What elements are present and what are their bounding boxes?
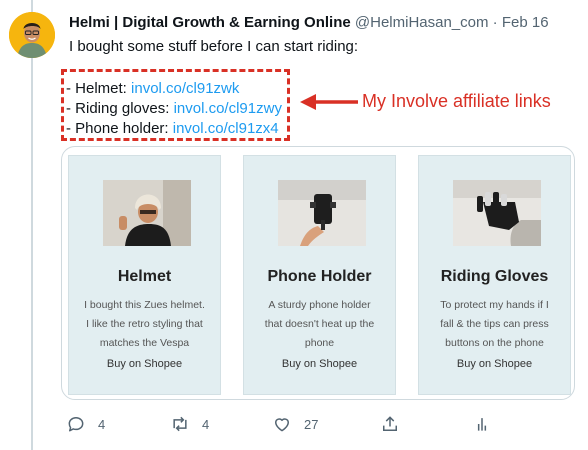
tweet-text: I bought some stuff before I can start r… [69, 38, 359, 55]
avatar-image [9, 12, 55, 58]
card-title: Helmet [117, 268, 172, 285]
card-title: Riding Gloves [440, 268, 549, 285]
author-handle[interactable]: @HelmiHasan_com [355, 14, 489, 31]
reply-button[interactable]: 4 [66, 412, 105, 436]
desc-line: matches the Vespa [99, 337, 190, 349]
card-description: I bought this Zues helmet. I like the re… [77, 296, 212, 353]
desc-line: phone [304, 337, 335, 349]
card-description: A sturdy phone holder that doesn't heat … [252, 296, 387, 353]
tweet-action-bar: 4 4 27 [66, 412, 586, 436]
desc-line: I bought this Zues helmet. [84, 299, 205, 311]
highlight-dashed-box [61, 69, 290, 141]
buy-on-shopee-button[interactable]: Buy on Shopee [419, 358, 570, 370]
helmet-photo [103, 180, 191, 246]
share-button[interactable] [380, 412, 400, 436]
tweet-date[interactable]: Feb 16 [502, 14, 549, 31]
desc-line: I like the retro styling that [86, 318, 203, 330]
gloves-photo [453, 180, 541, 246]
product-card-helmet[interactable]: Helmet I bought this Zues helmet. I like… [68, 155, 221, 395]
reply-icon [68, 417, 84, 432]
card-title: Phone Holder [267, 268, 372, 285]
desc-line: A sturdy phone holder [268, 299, 371, 311]
arrow-left-icon [300, 94, 358, 110]
separator-dot: · [492, 14, 498, 31]
buy-on-shopee-button[interactable]: Buy on Shopee [69, 358, 220, 370]
product-card-phone-holder[interactable]: Phone Holder A sturdy phone holder that … [243, 155, 396, 395]
author-name[interactable]: Helmi | Digital Growth & Earning Online [69, 14, 351, 31]
like-button[interactable]: 27 [272, 412, 318, 436]
analytics-button[interactable] [472, 412, 492, 436]
buy-on-shopee-button[interactable]: Buy on Shopee [244, 358, 395, 370]
like-count: 27 [304, 416, 319, 432]
product-card-gloves[interactable]: Riding Gloves To protect my hands if I f… [418, 155, 571, 395]
desc-line: buttons on the phone [445, 337, 544, 349]
retweet-button[interactable]: 4 [170, 412, 209, 436]
card-description: To protect my hands if I fall & the tips… [427, 296, 562, 353]
analytics-icon [477, 418, 487, 431]
retweet-count: 4 [202, 416, 210, 432]
desc-line: that doesn't heat up the [264, 318, 375, 330]
tweet-header: Helmi | Digital Growth & Earning Online … [69, 14, 584, 32]
retweet-icon [173, 416, 187, 432]
avatar[interactable] [9, 12, 55, 58]
desc-line: To protect my hands if I [440, 299, 549, 311]
thread-line [31, 0, 33, 450]
phone-holder-photo [278, 180, 366, 246]
annotation-label: My Involve affiliate links [362, 91, 551, 111]
product-embed[interactable]: Helmet I bought this Zues helmet. I like… [61, 146, 575, 400]
desc-line: fall & the tips can press [440, 318, 549, 330]
heart-icon [275, 418, 289, 432]
reply-count: 4 [98, 416, 106, 432]
share-icon [383, 416, 397, 431]
